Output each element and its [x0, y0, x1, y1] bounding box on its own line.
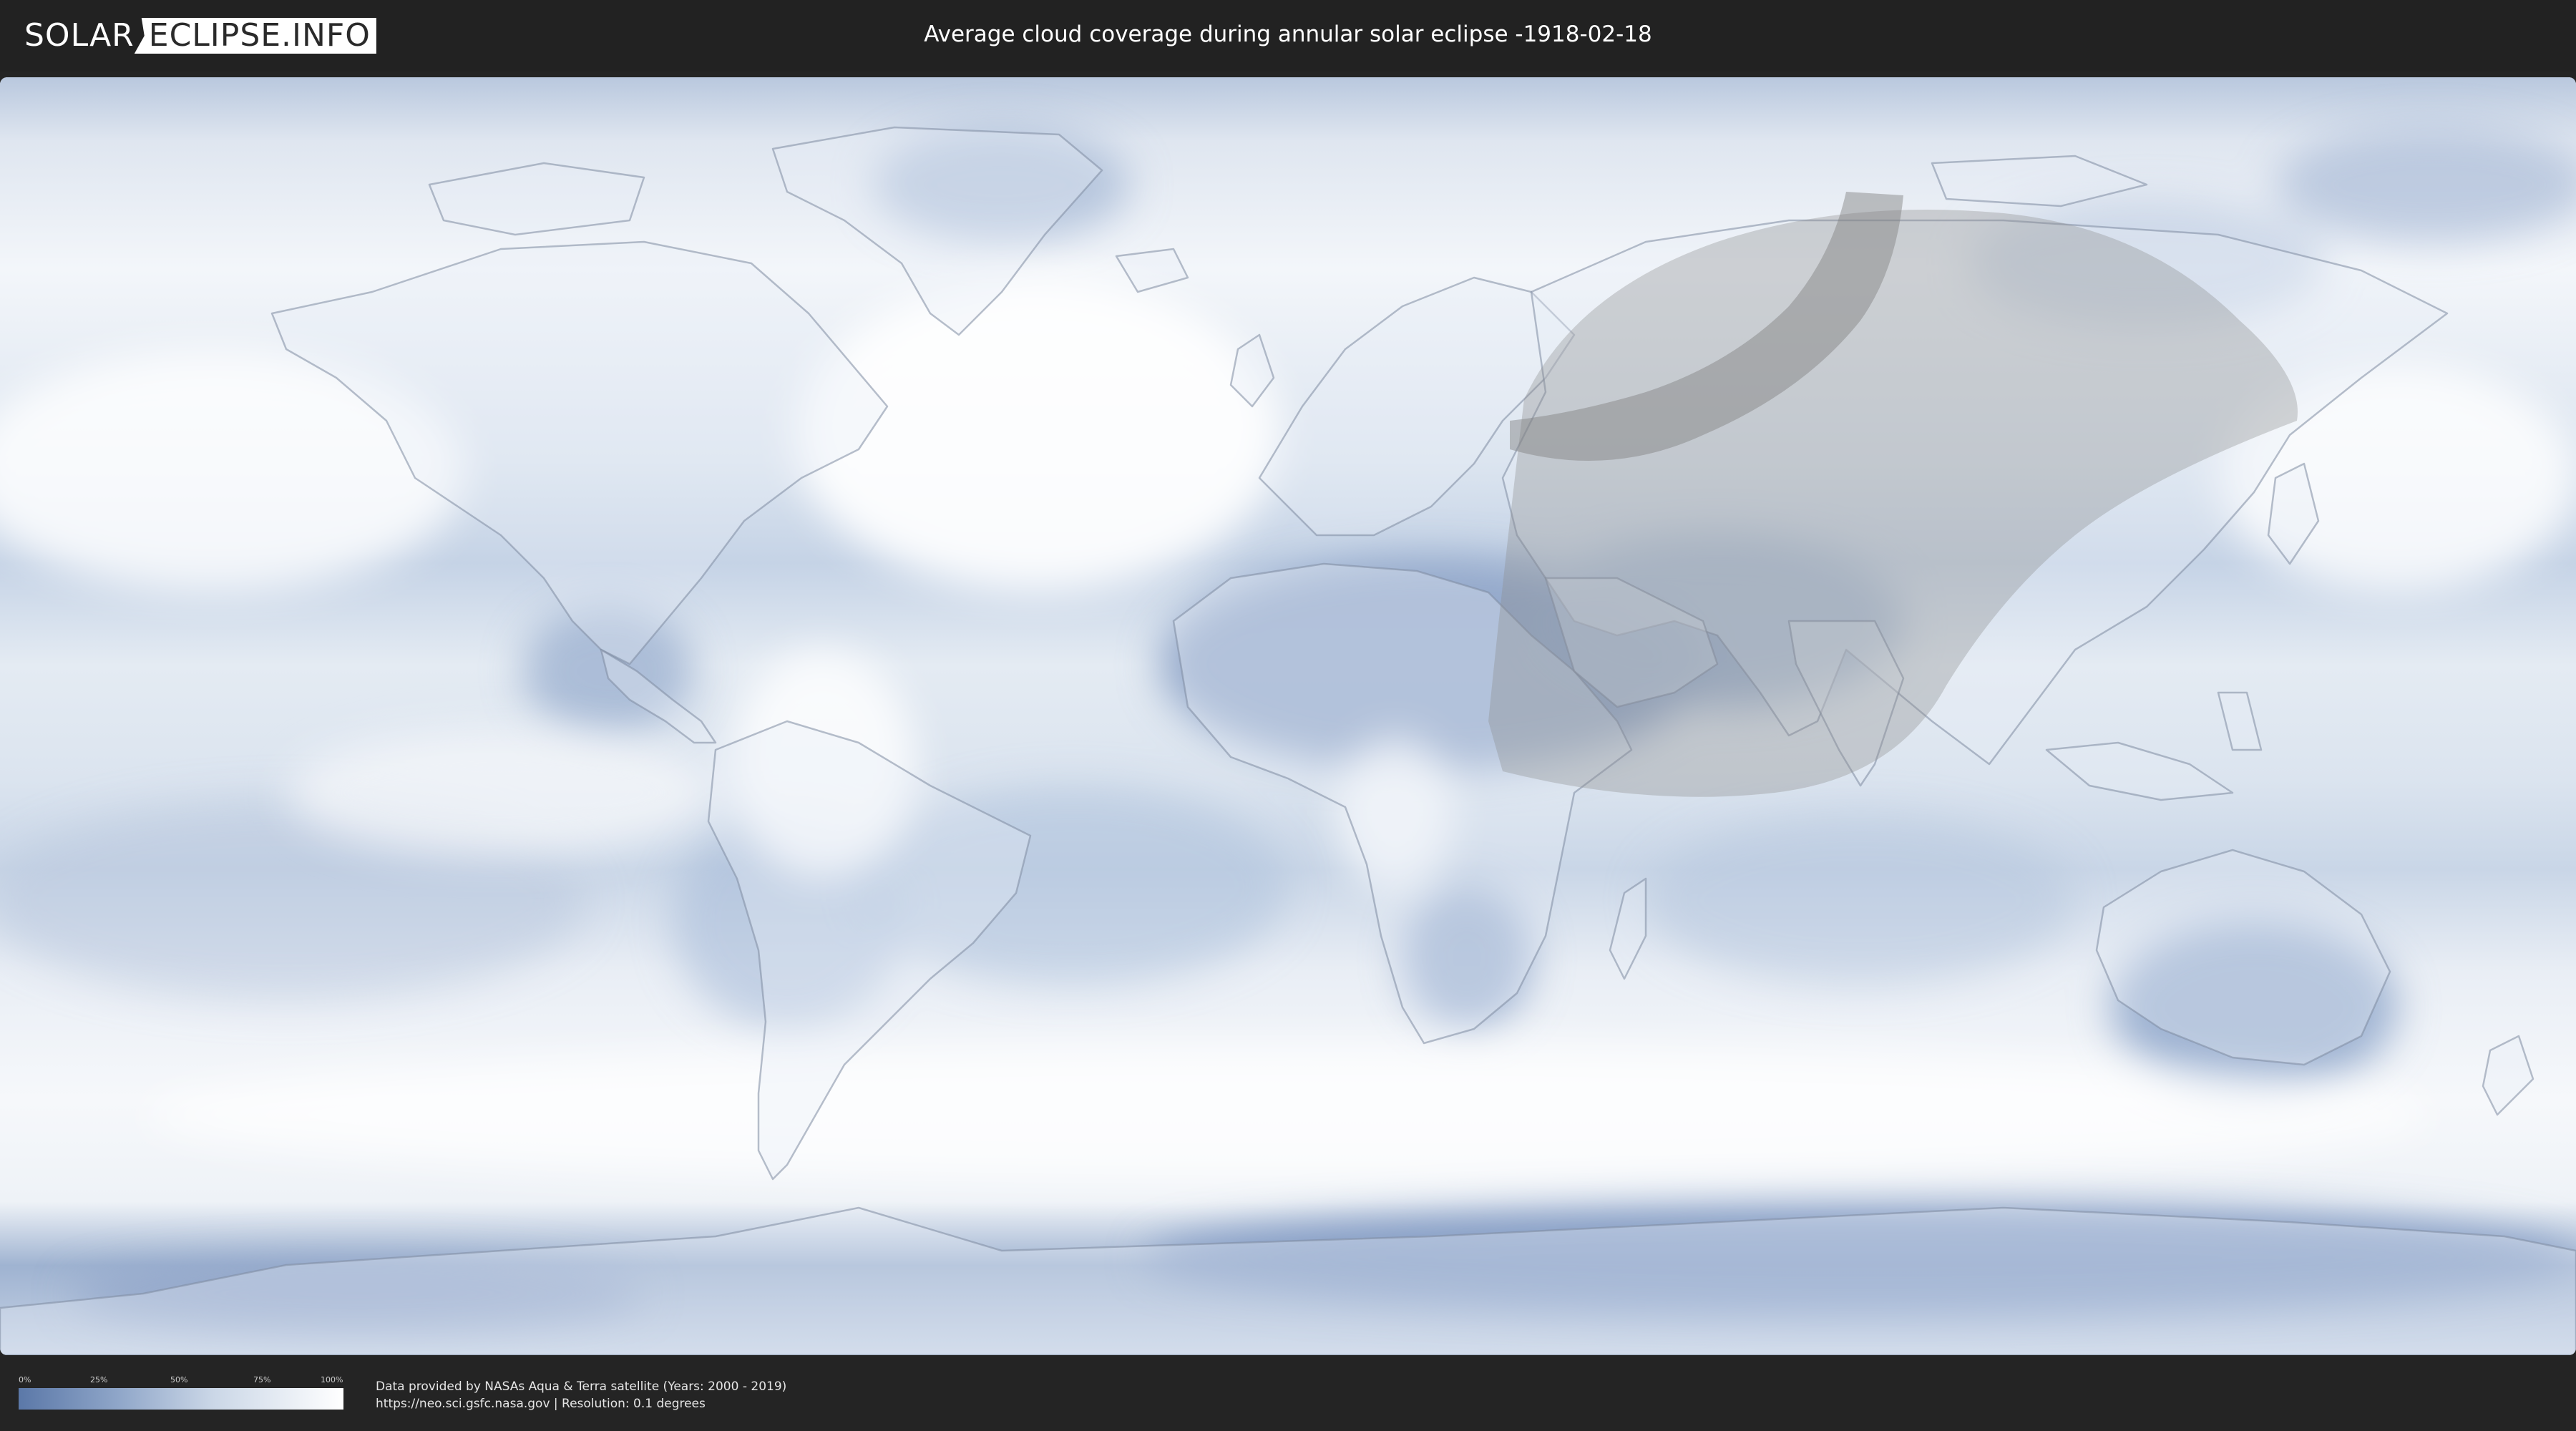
- legend-tick-100: 100%: [321, 1375, 343, 1384]
- credits-line-2[interactable]: https://neo.sci.gsfc.nasa.gov | Resoluti…: [376, 1395, 786, 1412]
- data-credits: Data provided by NASAs Aqua & Terra sate…: [376, 1378, 786, 1412]
- cloud-coverage-map[interactable]: [0, 77, 2576, 1355]
- legend-ticks: 0% 25% 50% 75% 100%: [19, 1375, 343, 1385]
- legend-color-bar: [19, 1388, 343, 1410]
- page: SOLAR ECLIPSE.INFO Average cloud coverag…: [0, 0, 2576, 1431]
- legend-tick-0: 0%: [19, 1375, 31, 1384]
- legend-tick-75: 75%: [253, 1375, 271, 1384]
- legend-tick-25: 25%: [90, 1375, 108, 1384]
- map-canvas: [0, 77, 2576, 1355]
- page-title: Average cloud coverage during annular so…: [924, 21, 1652, 47]
- credits-line-1: Data provided by NASAs Aqua & Terra sate…: [376, 1379, 787, 1394]
- header-bar: SOLAR ECLIPSE.INFO Average cloud coverag…: [0, 0, 2576, 72]
- cloud-coverage-legend: 0% 25% 50% 75% 100%: [19, 1375, 343, 1410]
- legend-tick-50: 50%: [170, 1375, 188, 1384]
